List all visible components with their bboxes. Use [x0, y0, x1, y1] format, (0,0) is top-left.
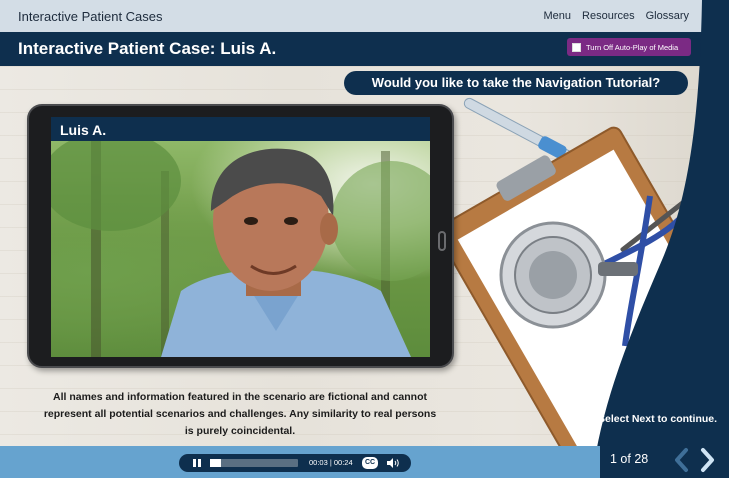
media-player: 00:03 | 00:24 CC — [179, 454, 411, 472]
page-indicator: 1 of 28 — [610, 452, 649, 466]
pen-icon — [463, 97, 572, 161]
continue-instruction: Select Next to continue. — [598, 413, 718, 425]
page-title: Interactive Patient Case: Luis A. — [18, 39, 277, 58]
tablet-screen: Luis A. — [51, 117, 430, 357]
patient-photo — [51, 141, 430, 357]
right-panel-shape — [592, 0, 729, 478]
previous-button[interactable] — [672, 447, 692, 473]
checkbox-icon — [572, 42, 581, 52]
tablet-home-button — [438, 231, 446, 251]
menu-link[interactable]: Menu — [543, 10, 571, 22]
tablet-frame: Luis A. — [27, 104, 454, 368]
patient-name: Luis A. — [60, 122, 107, 138]
app-title: Interactive Patient Cases — [18, 9, 163, 24]
next-button[interactable] — [697, 447, 717, 473]
media-progress-fill — [210, 459, 221, 467]
pause-button[interactable] — [193, 459, 201, 467]
volume-icon[interactable] — [386, 458, 402, 468]
patient-portrait-illustration — [51, 141, 430, 357]
media-time: 00:03 | 00:24 — [309, 458, 353, 467]
disclaimer-text: All names and information featured in th… — [43, 391, 437, 437]
patient-header: Luis A. — [51, 117, 430, 141]
media-progress-bar[interactable] — [210, 459, 298, 467]
closed-captions-button[interactable]: CC — [362, 457, 378, 469]
